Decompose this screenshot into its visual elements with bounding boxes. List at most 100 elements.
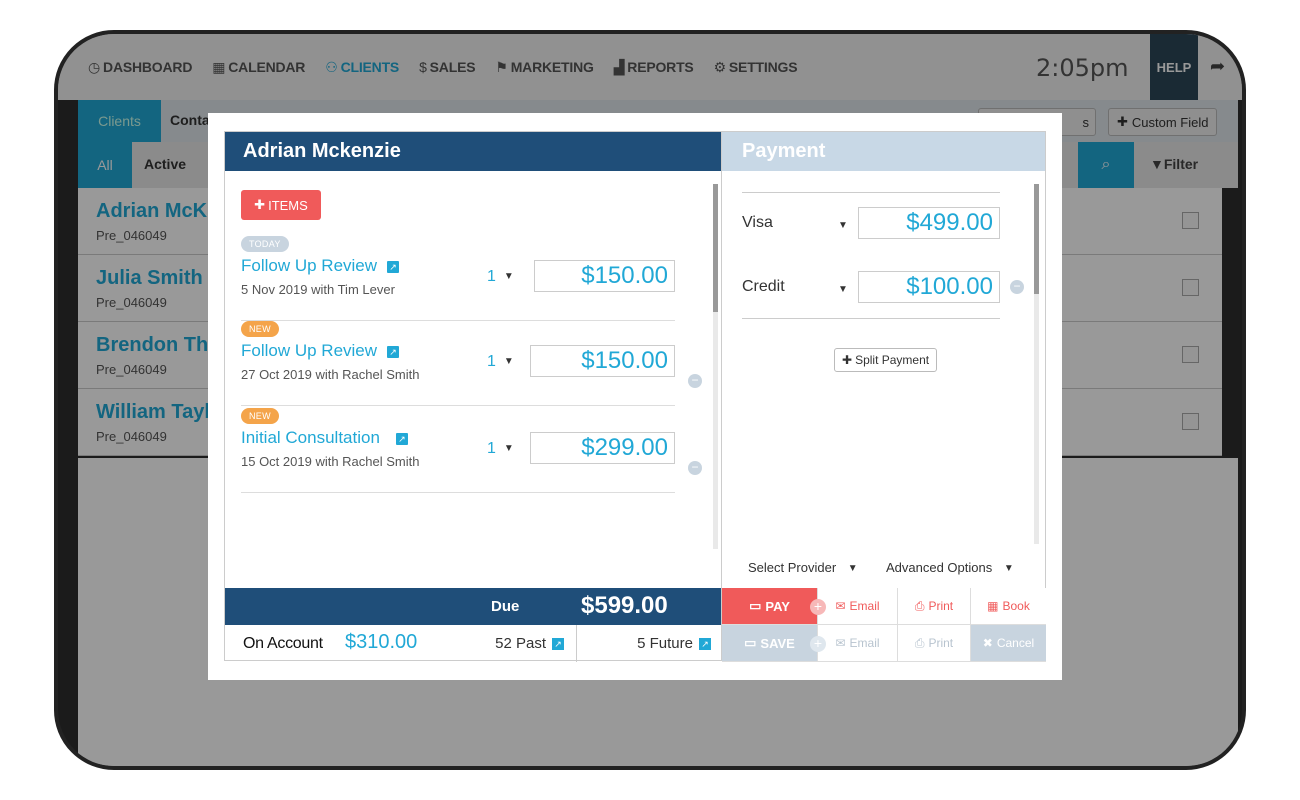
quantity-select[interactable]: 1 ▼ bbox=[487, 353, 514, 371]
payment-amount-input[interactable]: $499.00 bbox=[858, 207, 1000, 239]
save-button[interactable]: ▭ SAVE bbox=[722, 625, 818, 662]
external-link-icon[interactable]: ↗ bbox=[387, 345, 400, 358]
item-subtitle: 5 Nov 2019 with Tim Lever bbox=[241, 282, 395, 297]
printer-icon: ⎙ bbox=[914, 635, 925, 650]
payment-method-select[interactable]: Visa bbox=[742, 214, 773, 232]
envelope-icon: ✉ bbox=[835, 636, 846, 650]
close-icon: ✖ bbox=[982, 636, 993, 650]
caret-down-icon[interactable]: ▼ bbox=[838, 284, 848, 295]
save-label: SAVE bbox=[760, 635, 795, 651]
action-grid: ▭ PAY ✉ Email ⎙ Print ▦ Book ▭ SAVE ✉ Email ⎙ P… bbox=[722, 588, 1046, 662]
item-subtitle: 27 Oct 2019 with Rachel Smith bbox=[241, 367, 420, 382]
payment-amount-input[interactable]: $100.00 bbox=[858, 271, 1000, 303]
email-save-button[interactable]: ✉ Email bbox=[818, 625, 898, 662]
due-bar: Due $599.00 bbox=[225, 588, 721, 625]
caret-down-icon: ▼ bbox=[847, 563, 858, 575]
divider bbox=[742, 318, 1000, 319]
add-pay-icon[interactable]: + bbox=[810, 599, 826, 615]
item-title[interactable]: Initial Consultation ↗ bbox=[241, 428, 408, 448]
remove-item-icon[interactable]: − bbox=[688, 374, 702, 388]
status-badge: NEW bbox=[241, 408, 279, 424]
status-badge: NEW bbox=[241, 321, 279, 337]
list-item: NEW Follow Up Review ↗ 27 Oct 2019 with R… bbox=[241, 321, 675, 406]
payment-header: Payment bbox=[722, 132, 1045, 171]
past-label: 52 Past bbox=[495, 635, 546, 652]
list-item: TODAY Follow Up Review ↗ 5 Nov 2019 with … bbox=[241, 236, 675, 321]
pay-label: PAY bbox=[765, 598, 790, 614]
quantity-select[interactable]: 1 ▼ bbox=[487, 440, 514, 458]
status-badge: TODAY bbox=[241, 236, 289, 252]
pay-button[interactable]: ▭ PAY bbox=[722, 588, 818, 625]
split-payment-button[interactable]: ✚ Split Payment bbox=[834, 348, 938, 372]
scrollbar-thumb[interactable] bbox=[1034, 184, 1039, 294]
modal-client-name: Adrian Mckenzie bbox=[225, 132, 721, 171]
email-pay-button[interactable]: ✉ Email bbox=[818, 588, 898, 625]
split-payment-label: Split Payment bbox=[855, 353, 930, 367]
book-button[interactable]: ▦ Book bbox=[971, 588, 1046, 625]
quantity-value: 1 bbox=[487, 353, 496, 370]
select-provider-dropdown[interactable]: Select Provider ▼ bbox=[748, 560, 858, 575]
due-amount: $599.00 bbox=[581, 592, 668, 619]
print-pay-button[interactable]: ⎙ Print bbox=[898, 588, 971, 625]
items-button-label: ITEMS bbox=[268, 197, 308, 213]
add-save-icon[interactable]: + bbox=[810, 636, 826, 652]
on-account-label: On Account bbox=[243, 635, 323, 652]
quantity-value: 1 bbox=[487, 440, 496, 457]
remove-payment-icon[interactable]: − bbox=[1010, 280, 1024, 294]
print-save-button[interactable]: ⎙ Print bbox=[898, 625, 971, 662]
scrollbar[interactable] bbox=[1034, 184, 1039, 544]
external-link-icon[interactable]: ↗ bbox=[395, 432, 408, 445]
advanced-options-label: Advanced Options bbox=[886, 560, 993, 575]
quantity-select[interactable]: 1 ▼ bbox=[487, 268, 514, 286]
item-title[interactable]: Follow Up Review ↗ bbox=[241, 341, 400, 361]
external-link-icon[interactable]: ↗ bbox=[387, 260, 400, 273]
credit-card-icon: ▭ bbox=[744, 635, 757, 650]
price-input[interactable]: $150.00 bbox=[534, 260, 675, 292]
items-pane: Adrian Mckenzie ✚ ITEMS TODAY Follow Up R… bbox=[224, 131, 722, 662]
on-account-amount: $310.00 bbox=[345, 631, 418, 653]
due-label: Due bbox=[491, 598, 520, 615]
external-link-icon[interactable]: ↗ bbox=[552, 637, 564, 650]
caret-down-icon: ▼ bbox=[503, 271, 514, 283]
list-item: NEW Initial Consultation ↗ 15 Oct 2019 wi… bbox=[241, 408, 675, 493]
cancel-label: Cancel bbox=[996, 636, 1035, 650]
past-appointments[interactable]: 52 Past ↗ bbox=[439, 625, 577, 662]
caret-down-icon: ▼ bbox=[1003, 563, 1014, 575]
payment-method-select[interactable]: Credit bbox=[742, 278, 785, 296]
caret-down-icon: ▼ bbox=[503, 356, 514, 368]
plus-icon: ✚ bbox=[842, 353, 853, 367]
divider bbox=[742, 192, 1000, 193]
remove-item-icon[interactable]: − bbox=[688, 461, 702, 475]
cancel-button[interactable]: ✖ Cancel bbox=[971, 625, 1046, 662]
item-title[interactable]: Follow Up Review ↗ bbox=[241, 256, 400, 276]
quantity-value: 1 bbox=[487, 268, 496, 285]
calendar-icon: ▦ bbox=[987, 599, 999, 613]
add-items-button[interactable]: ✚ ITEMS bbox=[241, 190, 321, 220]
plus-icon: ✚ bbox=[254, 197, 266, 212]
scrollbar-thumb[interactable] bbox=[713, 184, 718, 312]
price-input[interactable]: $299.00 bbox=[530, 432, 675, 464]
print-label: Print bbox=[928, 599, 954, 613]
select-provider-label: Select Provider bbox=[748, 560, 837, 575]
printer-icon: ⎙ bbox=[914, 598, 925, 613]
scrollbar[interactable] bbox=[713, 184, 718, 549]
advanced-options-dropdown[interactable]: Advanced Options ▼ bbox=[886, 560, 1014, 575]
future-label: 5 Future bbox=[637, 635, 693, 652]
caret-down-icon[interactable]: ▼ bbox=[838, 220, 848, 231]
checkout-modal: Adrian Mckenzie ✚ ITEMS TODAY Follow Up R… bbox=[208, 113, 1062, 680]
book-label: Book bbox=[1002, 599, 1030, 613]
item-title-text: Follow Up Review bbox=[241, 341, 378, 360]
price-input[interactable]: $150.00 bbox=[530, 345, 675, 377]
account-footer: On Account $310.00 52 Past ↗ 5 Future ↗ bbox=[225, 625, 721, 662]
envelope-icon: ✉ bbox=[835, 599, 846, 613]
email-label: Email bbox=[849, 599, 880, 613]
item-title-text: Initial Consultation bbox=[241, 428, 380, 447]
email-label: Email bbox=[849, 636, 880, 650]
item-subtitle: 15 Oct 2019 with Rachel Smith bbox=[241, 454, 420, 469]
credit-card-icon: ▭ bbox=[749, 598, 762, 613]
future-appointments[interactable]: 5 Future ↗ bbox=[577, 625, 723, 662]
print-label: Print bbox=[928, 636, 954, 650]
item-title-text: Follow Up Review bbox=[241, 256, 378, 275]
external-link-icon[interactable]: ↗ bbox=[699, 637, 711, 650]
payment-pane: Payment Visa ▼ $499.00 Credit ▼ $100.00 … bbox=[722, 131, 1046, 662]
